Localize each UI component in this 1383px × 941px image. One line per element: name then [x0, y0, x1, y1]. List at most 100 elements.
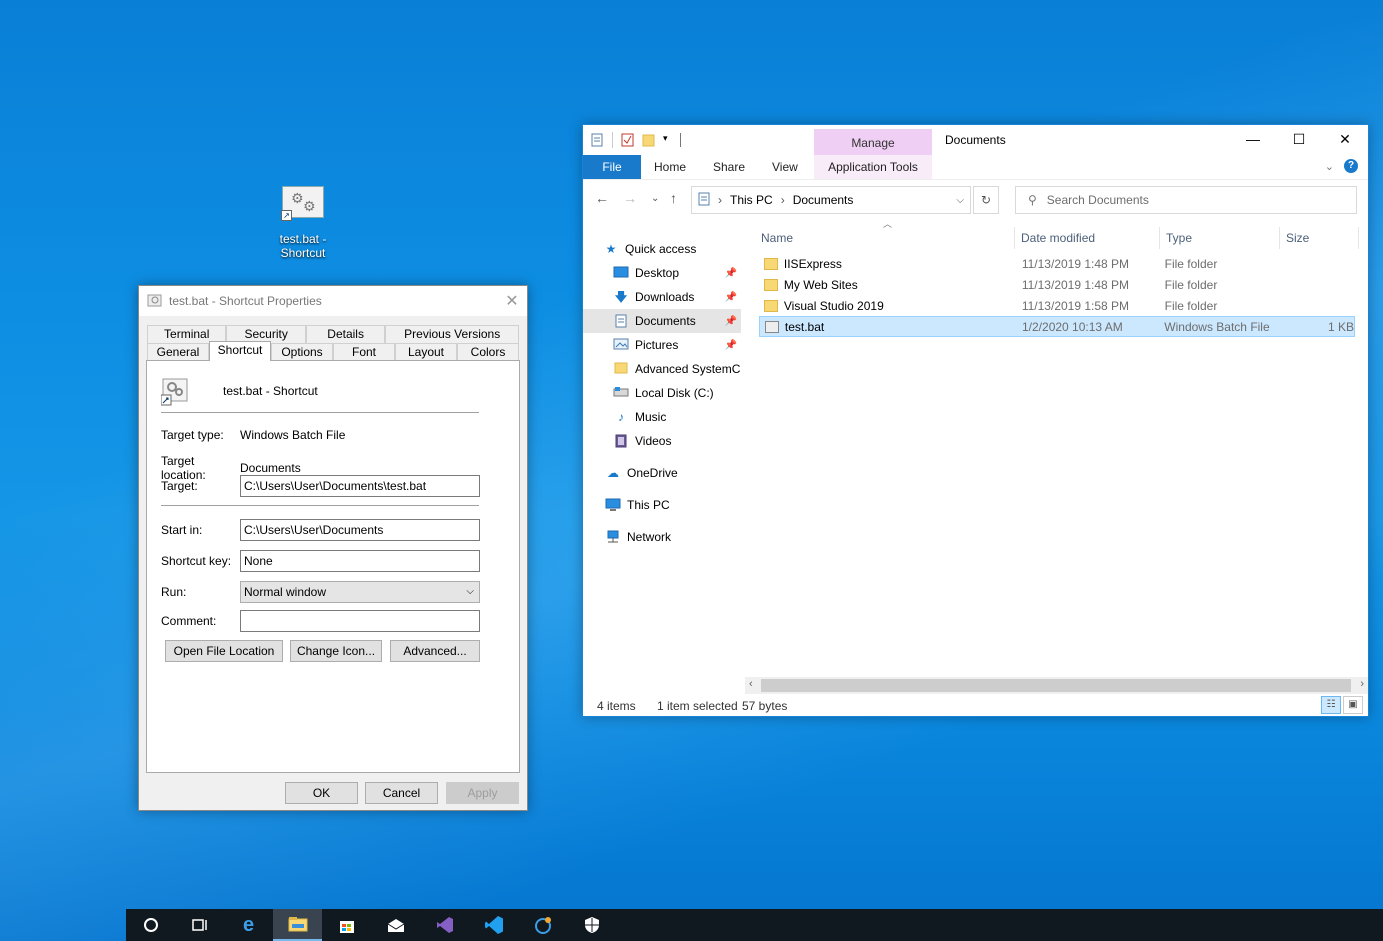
column-divider[interactable] — [1279, 227, 1280, 249]
nav-desktop[interactable]: Desktop 📌 — [583, 261, 741, 285]
status-item-count: 4 items — [597, 699, 636, 713]
tab-options[interactable]: Options — [271, 343, 333, 361]
forward-arrow-icon[interactable]: → — [623, 190, 637, 206]
tab-font[interactable]: Font — [333, 343, 395, 361]
search-box[interactable]: ⚲ Search Documents — [1015, 186, 1357, 214]
tab-previous-versions[interactable]: Previous Versions — [385, 325, 520, 343]
help-icon[interactable]: ? — [1344, 159, 1358, 173]
large-icons-view-icon[interactable]: ▣ — [1343, 696, 1363, 714]
nav-label: Desktop — [635, 266, 680, 280]
scrollbar-thumb[interactable] — [761, 679, 1351, 692]
pin-icon[interactable]: 📌 — [725, 340, 737, 351]
ok-button[interactable]: OK — [285, 782, 358, 804]
recent-locations-chevron-icon[interactable]: ⌄ — [651, 193, 659, 204]
open-file-location-button[interactable]: Open File Location — [165, 640, 283, 662]
details-view-icon[interactable]: ☷ — [1321, 696, 1341, 714]
store-icon[interactable] — [322, 909, 371, 941]
edge-browser-icon[interactable]: e — [224, 909, 273, 941]
maximize-icon[interactable]: ☐ — [1276, 125, 1322, 155]
tab-layout[interactable]: Layout — [395, 343, 457, 361]
start-in-field[interactable]: C:\Users\User\Documents — [240, 519, 480, 541]
shortcut-name: test.bat - Shortcut — [223, 384, 318, 398]
mail-icon[interactable] — [371, 909, 420, 941]
up-arrow-icon[interactable]: ↑ — [670, 190, 677, 206]
new-folder-icon[interactable] — [642, 133, 655, 147]
close-icon[interactable]: ✕ — [497, 291, 527, 311]
nav-onedrive[interactable]: ☁ OneDrive — [583, 461, 741, 485]
expand-ribbon-icon[interactable]: ⌄ — [1325, 160, 1334, 173]
checkmark-icon[interactable] — [621, 133, 634, 147]
tab-file[interactable]: File — [583, 155, 641, 179]
cancel-button[interactable]: Cancel — [365, 782, 438, 804]
nav-local-disk[interactable]: Local Disk (C:) — [583, 381, 741, 405]
tab-application-tools[interactable]: Application Tools — [814, 155, 932, 179]
nav-videos[interactable]: Videos — [583, 429, 741, 453]
table-row[interactable]: test.bat 1/2/2020 10:13 AM Windows Batch… — [759, 316, 1355, 337]
task-view-icon[interactable] — [175, 909, 224, 941]
close-icon[interactable]: ✕ — [1322, 125, 1368, 155]
qat-dropdown-icon[interactable]: ▾ — [663, 133, 676, 147]
column-header-date[interactable]: Date modified — [1021, 227, 1095, 249]
file-type: File folder — [1164, 277, 1218, 292]
pin-icon[interactable]: 📌 — [725, 316, 737, 327]
nav-documents[interactable]: Documents 📌 — [583, 309, 741, 333]
column-header-name[interactable]: Name — [761, 227, 793, 249]
column-header-size[interactable]: Size — [1286, 227, 1309, 249]
visual-studio-icon[interactable] — [420, 909, 469, 941]
tab-colors[interactable]: Colors — [457, 343, 519, 361]
tab-shortcut[interactable]: Shortcut — [209, 341, 271, 361]
run-select-value: Normal window — [244, 585, 327, 599]
nav-quick-access[interactable]: ★ Quick access — [583, 237, 741, 261]
address-bar[interactable]: › This PC › Documents ⌵ — [691, 186, 971, 214]
file-date: 11/13/2019 1:58 PM — [1021, 298, 1130, 313]
column-divider[interactable] — [1358, 227, 1359, 249]
tab-details[interactable]: Details — [305, 325, 386, 343]
nav-downloads[interactable]: 🡇 Downloads 📌 — [583, 285, 741, 309]
file-size: 1 KB — [1327, 319, 1354, 334]
address-dropdown-icon[interactable]: ⌵ — [956, 195, 964, 206]
table-row[interactable]: IISExpress 11/13/2019 1:48 PM File folde… — [759, 253, 1355, 274]
nav-this-pc[interactable]: This PC — [583, 493, 741, 517]
breadcrumb-this-pc[interactable]: This PC — [730, 193, 773, 207]
target-field[interactable]: C:\Users\User\Documents\test.bat — [240, 475, 480, 497]
table-row[interactable]: Visual Studio 2019 11/13/2019 1:58 PM Fi… — [759, 295, 1355, 316]
change-icon-button[interactable]: Change Icon... — [290, 640, 382, 662]
run-select[interactable]: Normal window ⌵ — [240, 581, 480, 603]
file-explorer-icon[interactable] — [273, 909, 322, 941]
pin-icon[interactable]: 📌 — [725, 268, 737, 279]
advanced-button[interactable]: Advanced... — [390, 640, 480, 662]
nav-music[interactable]: ♪ Music — [583, 405, 741, 429]
scroll-right-icon[interactable]: › — [1360, 678, 1364, 690]
app-refresh-icon[interactable] — [518, 909, 567, 941]
shortcut-key-field[interactable]: None — [240, 550, 480, 572]
vscode-icon[interactable] — [469, 909, 518, 941]
back-arrow-icon[interactable]: ← — [595, 190, 609, 206]
tab-general[interactable]: General — [147, 343, 209, 361]
nav-pictures[interactable]: Pictures 📌 — [583, 333, 741, 357]
nav-label: This PC — [627, 498, 670, 512]
nav-network[interactable]: Network — [583, 525, 741, 549]
scroll-left-icon[interactable]: ‹ — [749, 678, 753, 690]
pin-icon[interactable]: 📌 — [725, 292, 737, 303]
tab-share[interactable]: Share — [713, 155, 745, 179]
navigation-bar: ← → ⌄ ↑ › This PC › Documents ⌵ ↻ ⚲ Sear… — [583, 179, 1368, 219]
tab-view[interactable]: View — [772, 155, 798, 179]
column-divider[interactable] — [1014, 227, 1015, 249]
cortana-search-icon[interactable] — [126, 909, 175, 941]
horizontal-scrollbar[interactable]: ‹ › — [745, 677, 1368, 694]
refresh-icon[interactable]: ↻ — [973, 186, 999, 214]
column-divider[interactable] — [1159, 227, 1160, 249]
nav-label: Advanced SystemC — [635, 362, 741, 376]
properties-icon[interactable] — [591, 133, 604, 147]
tab-home[interactable]: Home — [654, 155, 686, 179]
breadcrumb-documents[interactable]: Documents — [793, 193, 854, 207]
apply-button[interactable]: Apply — [446, 782, 519, 804]
desktop-shortcut-icon[interactable]: ⚙ ⚙ ↗ test.bat - Shortcut — [268, 186, 338, 260]
shield-icon[interactable] — [567, 909, 616, 941]
nav-advanced-systemc[interactable]: Advanced SystemC — [583, 357, 741, 381]
table-row[interactable]: My Web Sites 11/13/2019 1:48 PM File fol… — [759, 274, 1355, 295]
minimize-icon[interactable]: — — [1230, 125, 1276, 155]
comment-field[interactable] — [240, 610, 480, 632]
column-header-type[interactable]: Type — [1166, 227, 1192, 249]
dialog-titlebar[interactable]: test.bat - Shortcut Properties ✕ — [139, 286, 527, 316]
